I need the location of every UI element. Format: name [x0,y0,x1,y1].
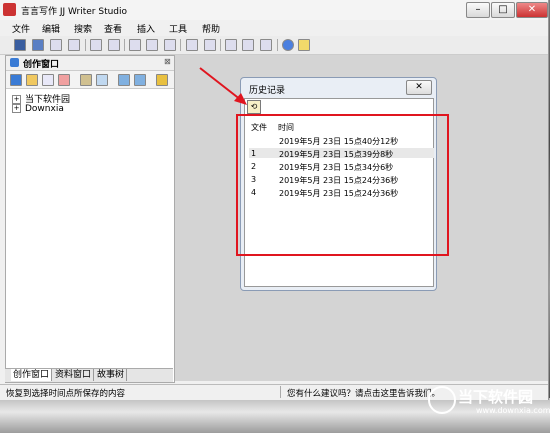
find-icon[interactable] [225,39,237,51]
replace-icon[interactable] [260,39,272,51]
close-button[interactable]: ✕ [516,2,548,18]
tab-creation[interactable]: 创作窗口 [11,369,53,381]
outdent-icon[interactable] [204,39,216,51]
move-up-icon[interactable] [118,74,130,86]
menu-bar: 文件 编辑 搜索 查看 插入 工具 帮助 [0,20,548,36]
menu-view[interactable]: 查看 [104,22,122,35]
watermark-logo [428,386,456,414]
dialog-close-button[interactable]: ✕ [406,80,432,95]
undo-icon[interactable] [90,39,102,51]
menu-file[interactable]: 文件 [12,22,30,35]
tree-item[interactable]: + Downxia [12,104,64,114]
toolbar-separator [85,39,86,51]
watermark-name: 当下软件园 [458,388,534,406]
panel-close-icon[interactable]: ⊠ [164,57,171,66]
paste-icon[interactable] [164,39,176,51]
highlight-box [236,114,449,256]
toolbar [0,36,548,55]
maximize-button[interactable]: □ [491,2,515,18]
copy-icon[interactable] [146,39,158,51]
properties-icon[interactable] [80,74,92,86]
menu-insert[interactable]: 插入 [137,22,155,35]
title-bar: 言言写作 JJ Writer Studio – □ ✕ [0,0,548,21]
tab-story-tree[interactable]: 故事树 [95,369,128,381]
panel-toolbar [6,71,174,89]
minimize-button[interactable]: – [466,2,490,18]
creation-panel: 创作窗口 ⊠ + 当下软件园 + Downxia [5,55,175,383]
toolbar-separator [124,39,125,51]
status-separator [280,386,281,398]
save-icon[interactable] [14,39,26,51]
redo-icon[interactable] [108,39,120,51]
help-icon[interactable] [282,39,294,51]
toolbar-separator [277,39,278,51]
context-help-icon[interactable] [298,39,310,51]
find-next-icon[interactable] [242,39,254,51]
toolbar-separator [220,39,221,51]
expand-icon[interactable]: + [12,95,21,104]
move-down-icon[interactable] [134,74,146,86]
menu-tools[interactable]: 工具 [169,22,187,35]
window-title: 言言写作 JJ Writer Studio [21,7,128,17]
panel-title: 创作窗口 [23,60,60,70]
delete-icon[interactable] [58,74,70,86]
new-chapter-icon[interactable] [42,74,54,86]
expand-icon[interactable]: + [12,104,21,113]
watermark-url: www.downxia.com [476,406,550,415]
preview-icon[interactable] [68,39,80,51]
print-icon[interactable] [50,39,62,51]
indent-icon[interactable] [186,39,198,51]
lock-icon[interactable] [156,74,168,86]
status-message: 恢复到选择时间点所保存的内容 [6,389,126,399]
new-book-icon[interactable] [10,74,22,86]
cut-icon[interactable] [129,39,141,51]
feedback-link[interactable]: 您有什么建议吗？请点击这里告诉我们。 [287,387,440,399]
annotation-arrow-icon [199,67,247,105]
tree-item-label: Downxia [25,104,64,114]
save-all-icon[interactable] [32,39,44,51]
app-icon [3,3,16,16]
new-folder-icon[interactable] [26,74,38,86]
panel-tabs: 创作窗口 资料窗口 故事树 [5,368,173,382]
toolbar-separator [180,39,181,51]
menu-search[interactable]: 搜索 [74,22,92,35]
menu-edit[interactable]: 编辑 [42,22,60,35]
tab-materials[interactable]: 资料窗口 [53,369,95,381]
panel-header: 创作窗口 ⊠ [6,56,174,71]
menu-help[interactable]: 帮助 [202,22,220,35]
panel-icon [10,58,19,67]
edit-icon[interactable] [96,74,108,86]
